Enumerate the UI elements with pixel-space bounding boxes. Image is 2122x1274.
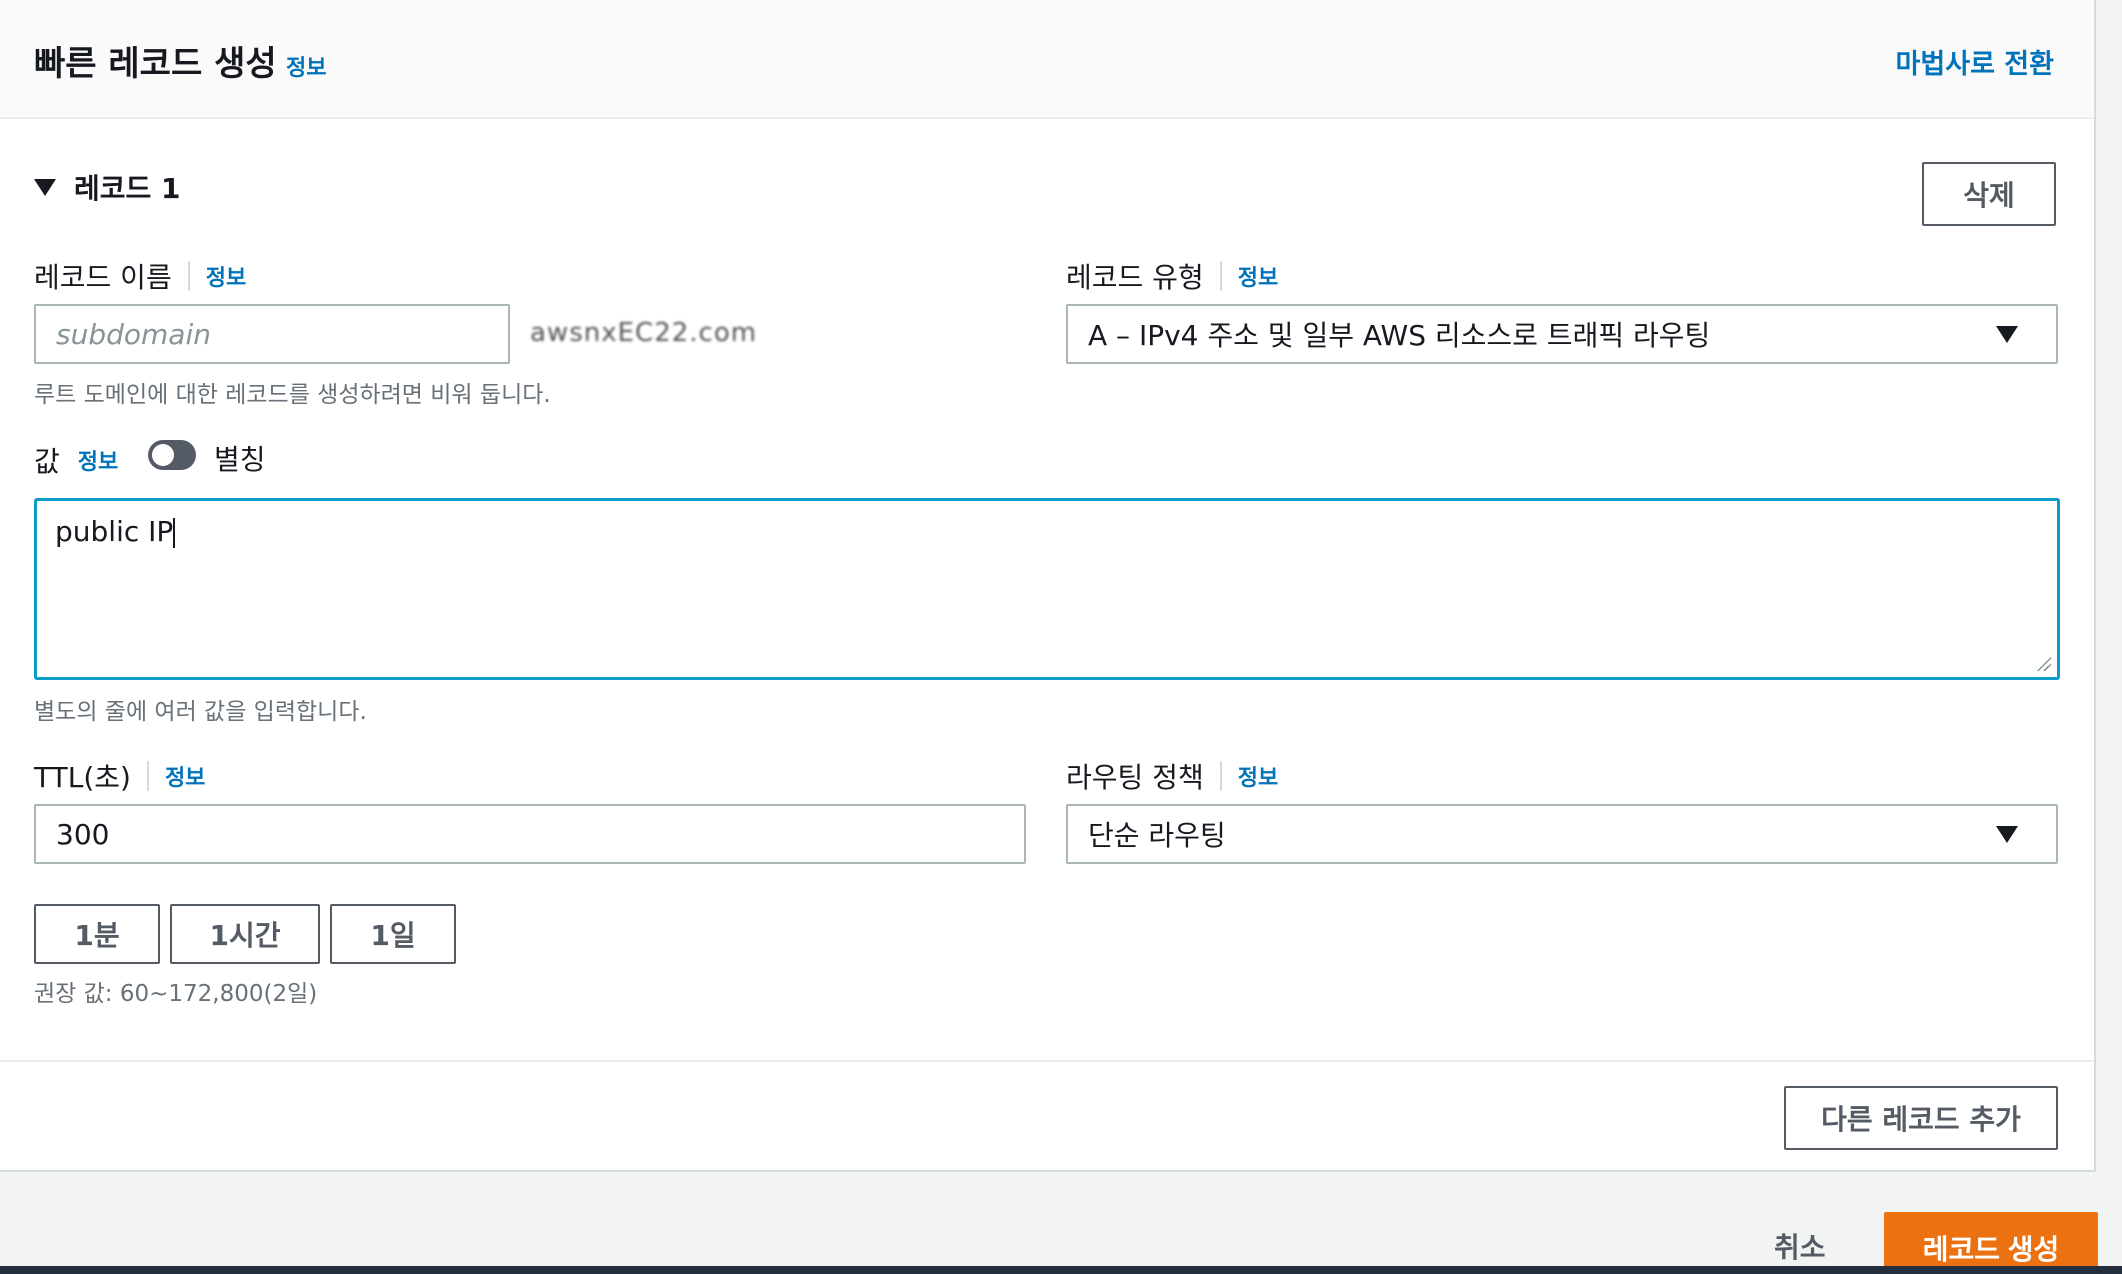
record-name-placeholder: subdomain (56, 317, 211, 351)
ttl-hint: 권장 값: 60~172,800(2일) (34, 981, 318, 1007)
value-hint: 별도의 줄에 여러 값을 입력합니다. (34, 699, 367, 725)
switch-to-wizard-link[interactable]: 마법사로 전환 (1896, 42, 2054, 81)
cancel-button[interactable]: 취소 (1774, 1226, 1826, 1266)
ttl-1min-button[interactable]: 1분 (34, 904, 160, 964)
quick-create-panel: 빠른 레코드 생성 정보 마법사로 전환 레코드 1 삭제 레코드 이름 정보 … (0, 0, 2096, 1172)
value-label-row: 값 정보 (34, 440, 118, 480)
ttl-1day-button[interactable]: 1일 (330, 904, 456, 964)
alias-toggle-label: 별칭 (214, 443, 266, 476)
record-type-selected: A – IPv4 주소 및 일부 AWS 리소스로 트래픽 라우팅 (1088, 319, 1711, 352)
routing-selected: 단순 라우팅 (1088, 819, 1226, 852)
add-another-record-button[interactable]: 다른 레코드 추가 (1784, 1086, 2058, 1150)
domain-suffix: awsnxEC22.com (530, 318, 758, 348)
ttl-value: 300 (56, 817, 110, 851)
toggle-knob (152, 444, 174, 466)
dropdown-arrow-icon (1996, 825, 2018, 843)
value-text: public IP (55, 515, 174, 548)
ttl-label: TTL(초) (34, 761, 131, 794)
delete-record-button[interactable]: 삭제 (1922, 162, 2056, 226)
record-type-label: 레코드 유형 (1066, 261, 1204, 294)
label-separator (146, 761, 149, 791)
record-type-select[interactable]: A – IPv4 주소 및 일부 AWS 리소스로 트래픽 라우팅 (1066, 304, 2058, 364)
section-divider (0, 1060, 2094, 1062)
dropdown-arrow-icon (1996, 325, 2018, 343)
record-section-label: 레코드 1 (74, 172, 181, 205)
routing-label-row: 라우팅 정책 정보 (1066, 756, 1278, 796)
routing-policy-select[interactable]: 단순 라우팅 (1066, 804, 2058, 864)
ttl-input[interactable]: 300 (34, 804, 1026, 864)
ttl-1hour-button[interactable]: 1시간 (170, 904, 320, 964)
ttl-label-row: TTL(초) 정보 (34, 756, 205, 796)
page-title: 빠른 레코드 생성 (34, 44, 277, 84)
create-records-button[interactable]: 레코드 생성 (1884, 1212, 2098, 1274)
label-separator (187, 261, 190, 291)
caret-down-icon (34, 178, 56, 196)
record-type-info-link[interactable]: 정보 (1238, 260, 1278, 292)
value-label: 값 (34, 445, 60, 478)
label-separator (1219, 761, 1222, 791)
bottom-bar (0, 1266, 2122, 1274)
text-caret (173, 518, 176, 548)
record-name-hint: 루트 도메인에 대한 레코드를 생성하려면 비워 둡니다. (34, 382, 551, 408)
value-textarea[interactable]: public IP (34, 498, 2060, 680)
record-section-toggle[interactable]: 레코드 1 (34, 167, 181, 207)
ttl-info-link[interactable]: 정보 (165, 760, 205, 792)
record-name-info-link[interactable]: 정보 (206, 260, 246, 292)
value-info-link[interactable]: 정보 (78, 444, 118, 476)
label-separator (1219, 261, 1222, 291)
routing-label: 라우팅 정책 (1066, 761, 1204, 794)
alias-toggle[interactable] (148, 440, 196, 470)
title-info-link[interactable]: 정보 (286, 50, 326, 82)
routing-info-link[interactable]: 정보 (1238, 760, 1278, 792)
resize-handle-icon[interactable] (2035, 655, 2051, 671)
record-type-label-row: 레코드 유형 정보 (1066, 256, 1278, 296)
record-name-label: 레코드 이름 (34, 261, 172, 294)
record-name-label-row: 레코드 이름 정보 (34, 256, 246, 296)
panel-header: 빠른 레코드 생성 정보 마법사로 전환 (0, 0, 2094, 119)
record-name-input[interactable]: subdomain (34, 304, 510, 364)
